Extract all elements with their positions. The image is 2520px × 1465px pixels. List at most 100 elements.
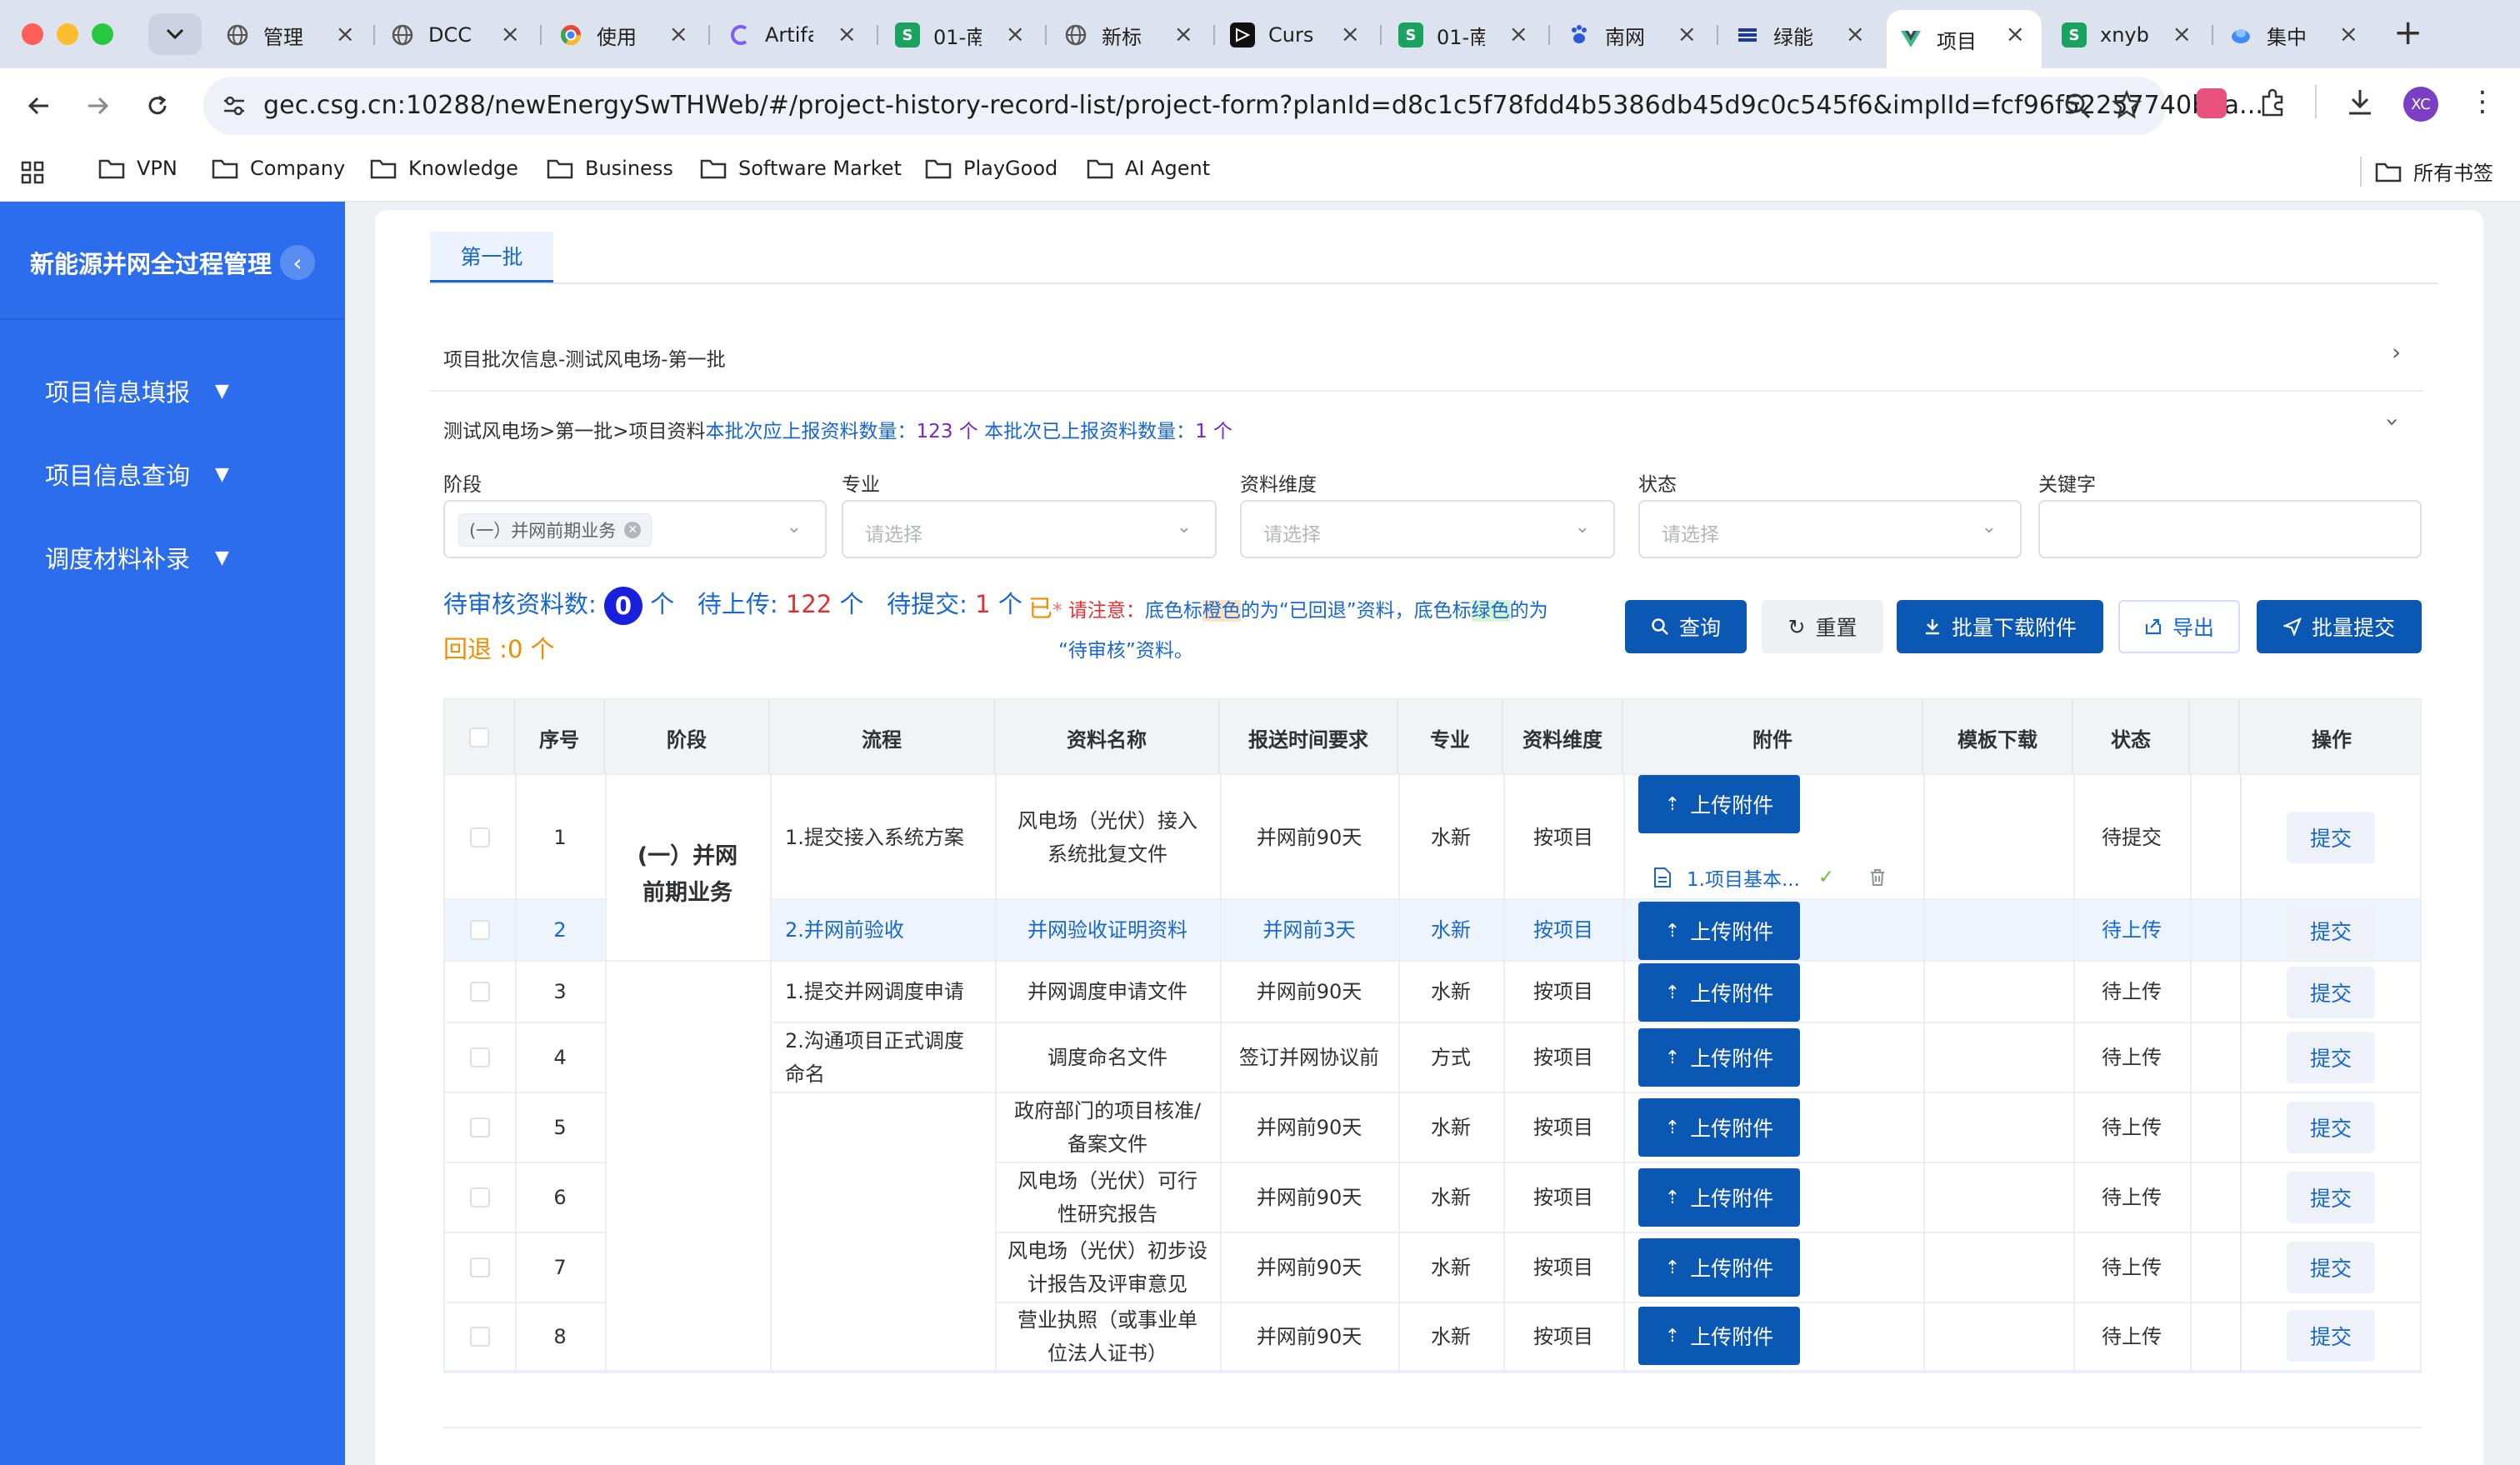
- row-submit-button[interactable]: 提交: [2287, 967, 2375, 1018]
- reset-button[interactable]: ↻ 重置: [1762, 600, 1883, 653]
- bookmark-folder[interactable]: Software Market: [700, 157, 902, 180]
- menu-item-fill[interactable]: 项目信息填报 ▼: [45, 373, 229, 408]
- tab-close-icon[interactable]: ×: [2006, 22, 2025, 47]
- row-submit-button[interactable]: 提交: [2287, 1172, 2375, 1223]
- row-checkbox[interactable]: [470, 982, 490, 1002]
- bookmark-folder[interactable]: AI Agent: [1087, 157, 1210, 180]
- row-checkbox[interactable]: [470, 828, 490, 848]
- tab-first-batch[interactable]: 第一批: [430, 232, 553, 283]
- upload-attachment-button[interactable]: ⇡ 上传附件: [1638, 775, 1800, 833]
- row-checkbox[interactable]: [470, 1118, 490, 1138]
- maximize-window-button[interactable]: [92, 23, 113, 45]
- stage-select[interactable]: (一）并网前期业务 ✕ ⌄: [443, 500, 827, 558]
- bookmark-folder[interactable]: PlayGood: [925, 157, 1058, 180]
- back-button[interactable]: [20, 87, 58, 125]
- row-submit-button[interactable]: 提交: [2287, 1310, 2375, 1362]
- tab-close-icon[interactable]: ×: [1341, 22, 1360, 47]
- export-button[interactable]: 导出: [2118, 600, 2240, 653]
- tab-close-icon[interactable]: ×: [1678, 22, 1697, 47]
- row-submit-button[interactable]: 提交: [2287, 812, 2375, 863]
- extensions-icon[interactable]: [2257, 87, 2288, 118]
- row-checkbox[interactable]: [470, 1188, 490, 1208]
- review-count-badge[interactable]: 0: [604, 587, 642, 625]
- close-window-button[interactable]: [22, 23, 43, 45]
- tab-close-icon[interactable]: ×: [1846, 22, 1865, 47]
- upload-attachment-button[interactable]: ⇡ 上传附件: [1638, 963, 1800, 1022]
- new-tab-button[interactable]: +: [2393, 12, 2422, 52]
- upload-attachment-button[interactable]: ⇡ 上传附件: [1638, 1238, 1800, 1297]
- batch-download-button[interactable]: 批量下载附件: [1897, 600, 2103, 653]
- row-submit-button[interactable]: 提交: [2287, 1242, 2375, 1293]
- query-button[interactable]: 查询: [1625, 600, 1747, 653]
- upload-attachment-button[interactable]: ⇡ 上传附件: [1638, 1098, 1800, 1157]
- tab-close-icon[interactable]: ×: [1509, 22, 1528, 47]
- tab-close-icon[interactable]: ×: [2339, 22, 2358, 47]
- browser-tab-active[interactable]: 项目 ×: [1887, 10, 2042, 68]
- profile-avatar[interactable]: XC: [2403, 87, 2438, 122]
- download-icon[interactable]: [2345, 87, 2375, 117]
- chevron-down-icon[interactable]: ›: [2379, 418, 2407, 427]
- row-submit-button[interactable]: 提交: [2287, 1032, 2375, 1083]
- tab-close-icon[interactable]: ×: [838, 22, 857, 47]
- zoom-icon[interactable]: [2063, 92, 2092, 120]
- row-checkbox[interactable]: [470, 1048, 490, 1068]
- upload-attachment-button[interactable]: ⇡ 上传附件: [1638, 1168, 1800, 1227]
- browser-tab[interactable]: Artifa ×: [715, 10, 873, 60]
- browser-tab[interactable]: S 01-南 ×: [1387, 10, 1545, 60]
- bookmark-folder[interactable]: VPN: [98, 157, 178, 180]
- site-info-icon[interactable]: [222, 93, 247, 118]
- browser-tab[interactable]: 管理 ×: [213, 10, 372, 60]
- address-bar[interactable]: gec.csg.cn:10288/newEnergySwTHWeb/#/proj…: [203, 77, 2263, 135]
- dimension-select[interactable]: 请选择 ⌄: [1240, 500, 1615, 558]
- all-bookmarks-folder[interactable]: 所有书签: [2375, 157, 2493, 186]
- tag-close-icon[interactable]: ✕: [624, 522, 642, 538]
- browser-tab[interactable]: Curs ×: [1218, 10, 1377, 60]
- bookmark-folder[interactable]: Knowledge: [370, 157, 518, 180]
- trash-icon[interactable]: [1868, 868, 1888, 888]
- minimize-window-button[interactable]: [57, 23, 78, 45]
- tab-close-icon[interactable]: ×: [1174, 22, 1193, 47]
- browser-tab[interactable]: DCC ×: [378, 10, 537, 60]
- major-select[interactable]: 请选择 ⌄: [842, 500, 1217, 558]
- upload-attachment-button[interactable]: ⇡ 上传附件: [1638, 902, 1800, 960]
- bookmark-star-icon[interactable]: [2112, 90, 2142, 120]
- browser-tab[interactable]: 南网 ×: [1555, 10, 1713, 60]
- browser-tab[interactable]: S 01-南 ×: [883, 10, 1042, 60]
- reload-button[interactable]: [138, 87, 177, 125]
- browser-tab[interactable]: S xnyb ×: [2050, 10, 2208, 60]
- browser-tab[interactable]: 新标 ×: [1052, 10, 1210, 60]
- tab-close-icon[interactable]: ×: [2172, 22, 2192, 47]
- browser-tab[interactable]: 集中 ×: [2217, 10, 2375, 60]
- chevron-right-icon[interactable]: ›: [2392, 338, 2401, 366]
- tab-close-icon[interactable]: ×: [501, 22, 520, 47]
- tab-close-icon[interactable]: ×: [669, 22, 688, 47]
- bookmark-folder[interactable]: Business: [547, 157, 673, 180]
- apps-grid-icon[interactable]: [20, 160, 45, 185]
- row-checkbox[interactable]: [470, 1327, 490, 1347]
- browser-tab[interactable]: 使用 ×: [547, 10, 705, 60]
- upload-count-value[interactable]: 122: [786, 590, 832, 618]
- translate-extension-icon[interactable]: [2197, 88, 2227, 118]
- row-checkbox[interactable]: [470, 1258, 490, 1278]
- submit-count-value[interactable]: 1: [975, 590, 990, 618]
- browser-tab[interactable]: 绿能 ×: [1723, 10, 1882, 60]
- row-submit-button[interactable]: 提交: [2287, 905, 2375, 957]
- browser-menu-icon[interactable]: ⋮: [2468, 85, 2497, 118]
- status-select[interactable]: 请选择 ⌄: [1638, 500, 2022, 558]
- keyword-input[interactable]: [2038, 500, 2422, 558]
- menu-item-supplement[interactable]: 调度材料补录 ▼: [45, 540, 229, 575]
- select-all-checkbox[interactable]: [469, 728, 489, 748]
- row-submit-button[interactable]: 提交: [2287, 1102, 2375, 1153]
- collapse-sidebar-button[interactable]: ‹: [280, 245, 315, 280]
- batch-info-header[interactable]: 项目批次信息-测试风电场-第一批: [443, 343, 726, 372]
- tab-close-icon[interactable]: ×: [336, 22, 355, 47]
- upload-attachment-button[interactable]: ⇡ 上传附件: [1638, 1028, 1800, 1087]
- menu-item-query[interactable]: 项目信息查询 ▼: [45, 457, 229, 492]
- upload-attachment-button[interactable]: ⇡ 上传附件: [1638, 1307, 1800, 1365]
- bookmark-folder[interactable]: Company: [212, 157, 345, 180]
- attachment-file[interactable]: 1.项目基本... ✓: [1653, 863, 1888, 892]
- forward-button[interactable]: [78, 87, 117, 125]
- tab-close-icon[interactable]: ×: [1006, 22, 1025, 47]
- batch-submit-button[interactable]: 批量提交: [2257, 600, 2422, 653]
- returned-count[interactable]: 回退 :0 个: [443, 630, 555, 665]
